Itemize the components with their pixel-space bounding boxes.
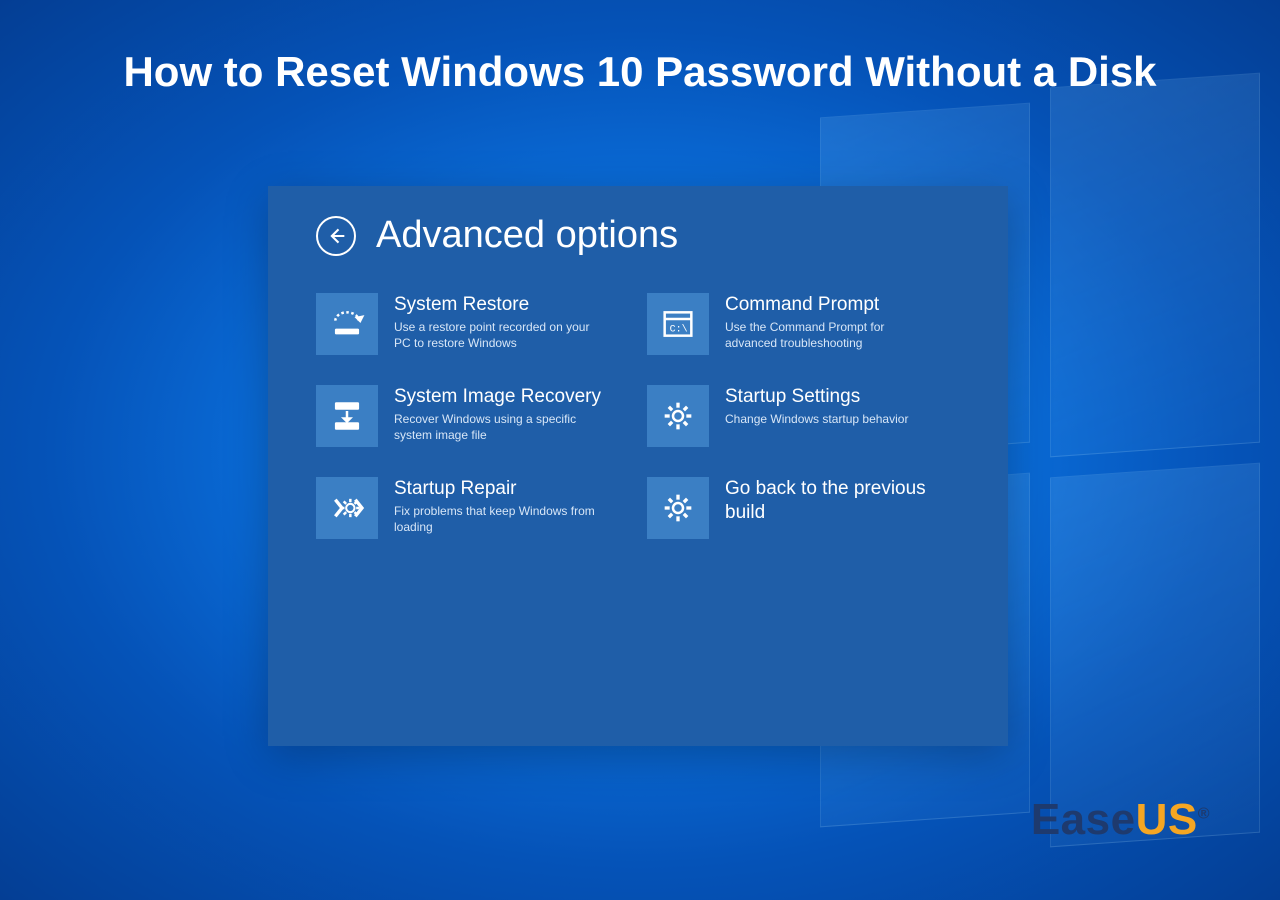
command-prompt-icon: C:\ (647, 293, 709, 355)
option-desc: Fix problems that keep Windows from load… (394, 503, 604, 535)
panel-title: Advanced options (376, 214, 678, 257)
option-title: System Image Recovery (394, 385, 604, 409)
brand-ease: Ease (1031, 795, 1136, 844)
option-startup-settings[interactable]: Startup Settings Change Windows startup … (647, 385, 960, 447)
system-restore-icon (316, 293, 378, 355)
option-title: Go back to the previous build (725, 477, 960, 525)
option-system-restore[interactable]: System Restore Use a restore point recor… (316, 293, 629, 355)
option-title: Startup Settings (725, 385, 908, 409)
option-desc: Use a restore point recorded on your PC … (394, 319, 604, 351)
svg-text:C:\: C:\ (670, 324, 688, 336)
option-title: Command Prompt (725, 293, 935, 317)
brand-us: US (1136, 795, 1198, 844)
startup-repair-icon (316, 477, 378, 539)
go-back-icon (647, 477, 709, 539)
option-desc: Change Windows startup behavior (725, 411, 908, 427)
option-system-image-recovery[interactable]: System Image Recovery Recover Windows us… (316, 385, 629, 447)
option-title: System Restore (394, 293, 604, 317)
option-command-prompt[interactable]: C:\ Command Prompt Use the Command Promp… (647, 293, 960, 355)
back-arrow-icon (326, 226, 346, 246)
startup-settings-icon (647, 385, 709, 447)
panel-header: Advanced options (316, 214, 960, 257)
option-desc: Use the Command Prompt for advanced trou… (725, 319, 935, 351)
option-go-back-previous-build[interactable]: Go back to the previous build (647, 477, 960, 539)
back-button[interactable] (316, 216, 356, 256)
system-image-recovery-icon (316, 385, 378, 447)
options-grid: System Restore Use a restore point recor… (316, 293, 960, 539)
option-desc: Recover Windows using a specific system … (394, 411, 604, 443)
page-headline: How to Reset Windows 10 Password Without… (0, 48, 1280, 96)
brand-registered: ® (1198, 805, 1210, 822)
advanced-options-panel: Advanced options System Restore Use a re… (268, 186, 1008, 746)
brand-logo: EaseUS® (1031, 795, 1210, 845)
option-title: Startup Repair (394, 477, 604, 501)
option-startup-repair[interactable]: Startup Repair Fix problems that keep Wi… (316, 477, 629, 539)
